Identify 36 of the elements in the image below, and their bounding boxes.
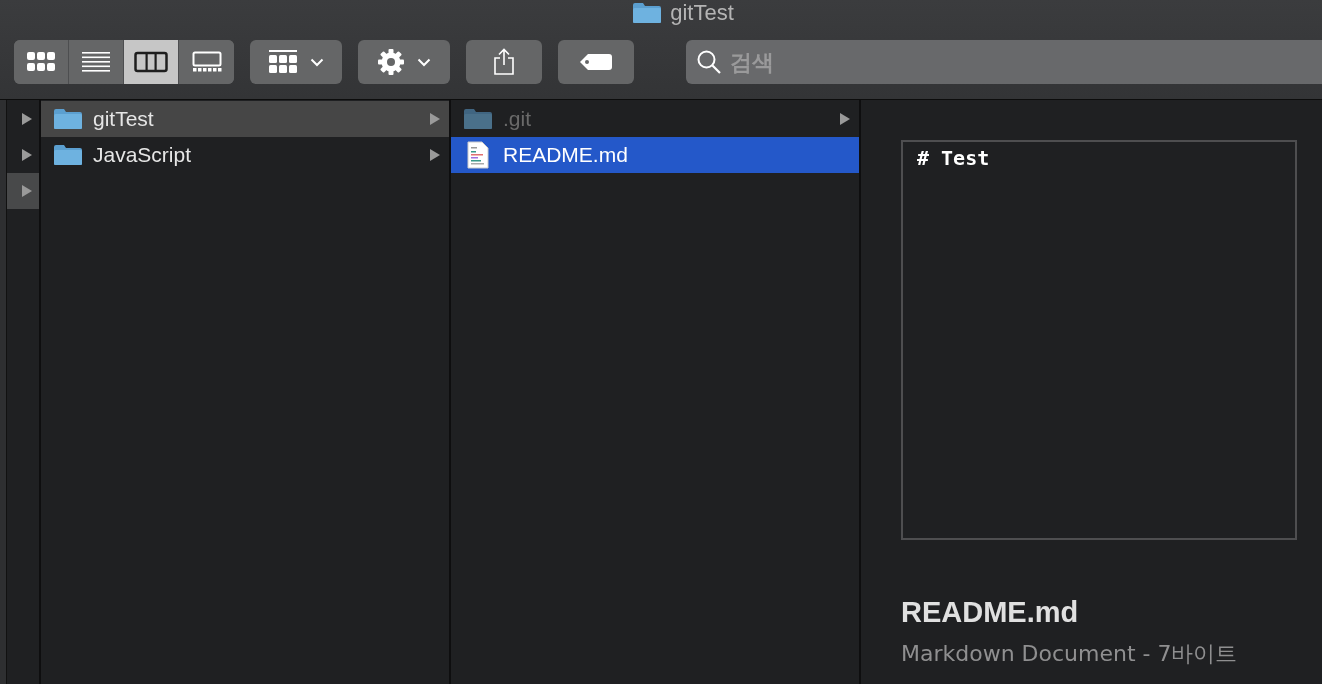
grid-icon [268, 49, 298, 75]
window-title: gitTest [670, 0, 734, 26]
columns-icon [134, 51, 168, 73]
list-icon [81, 51, 111, 73]
folder-icon [53, 108, 83, 130]
triangle-right-icon [429, 112, 441, 126]
folder-icon [632, 2, 663, 24]
file-info: Markdown Document - 7바이트 [901, 640, 1239, 668]
grid-icon [26, 51, 56, 73]
icons-view-button[interactable] [14, 40, 69, 84]
file-name: README.md [901, 596, 1080, 629]
tag-button[interactable] [558, 40, 634, 84]
share-icon [492, 48, 516, 76]
triangle-right-icon [21, 112, 33, 126]
triangle-right-icon [21, 184, 33, 198]
triangle-right-icon [839, 112, 851, 126]
action-button[interactable] [358, 40, 450, 84]
folder-row[interactable]: gitTest [41, 101, 449, 137]
folder-icon [53, 144, 83, 166]
preview-text: # Test [917, 146, 990, 170]
triangle-right-icon [21, 148, 33, 162]
collapsed-row[interactable] [7, 173, 39, 209]
triangle-right-icon [429, 148, 441, 162]
columns-view-button[interactable] [124, 40, 179, 84]
folder-row[interactable]: JavaScript [41, 137, 449, 173]
gallery-icon [191, 51, 222, 73]
file-row[interactable]: README.md [451, 137, 859, 173]
document-icon [467, 141, 489, 169]
chevron-down-icon [417, 57, 431, 67]
gear-icon [377, 48, 405, 76]
tag-icon [579, 53, 613, 71]
group-button[interactable] [250, 40, 342, 84]
folder-icon [463, 108, 493, 130]
chevron-down-icon [310, 57, 324, 67]
search-icon [696, 49, 722, 75]
share-button[interactable] [466, 40, 542, 84]
